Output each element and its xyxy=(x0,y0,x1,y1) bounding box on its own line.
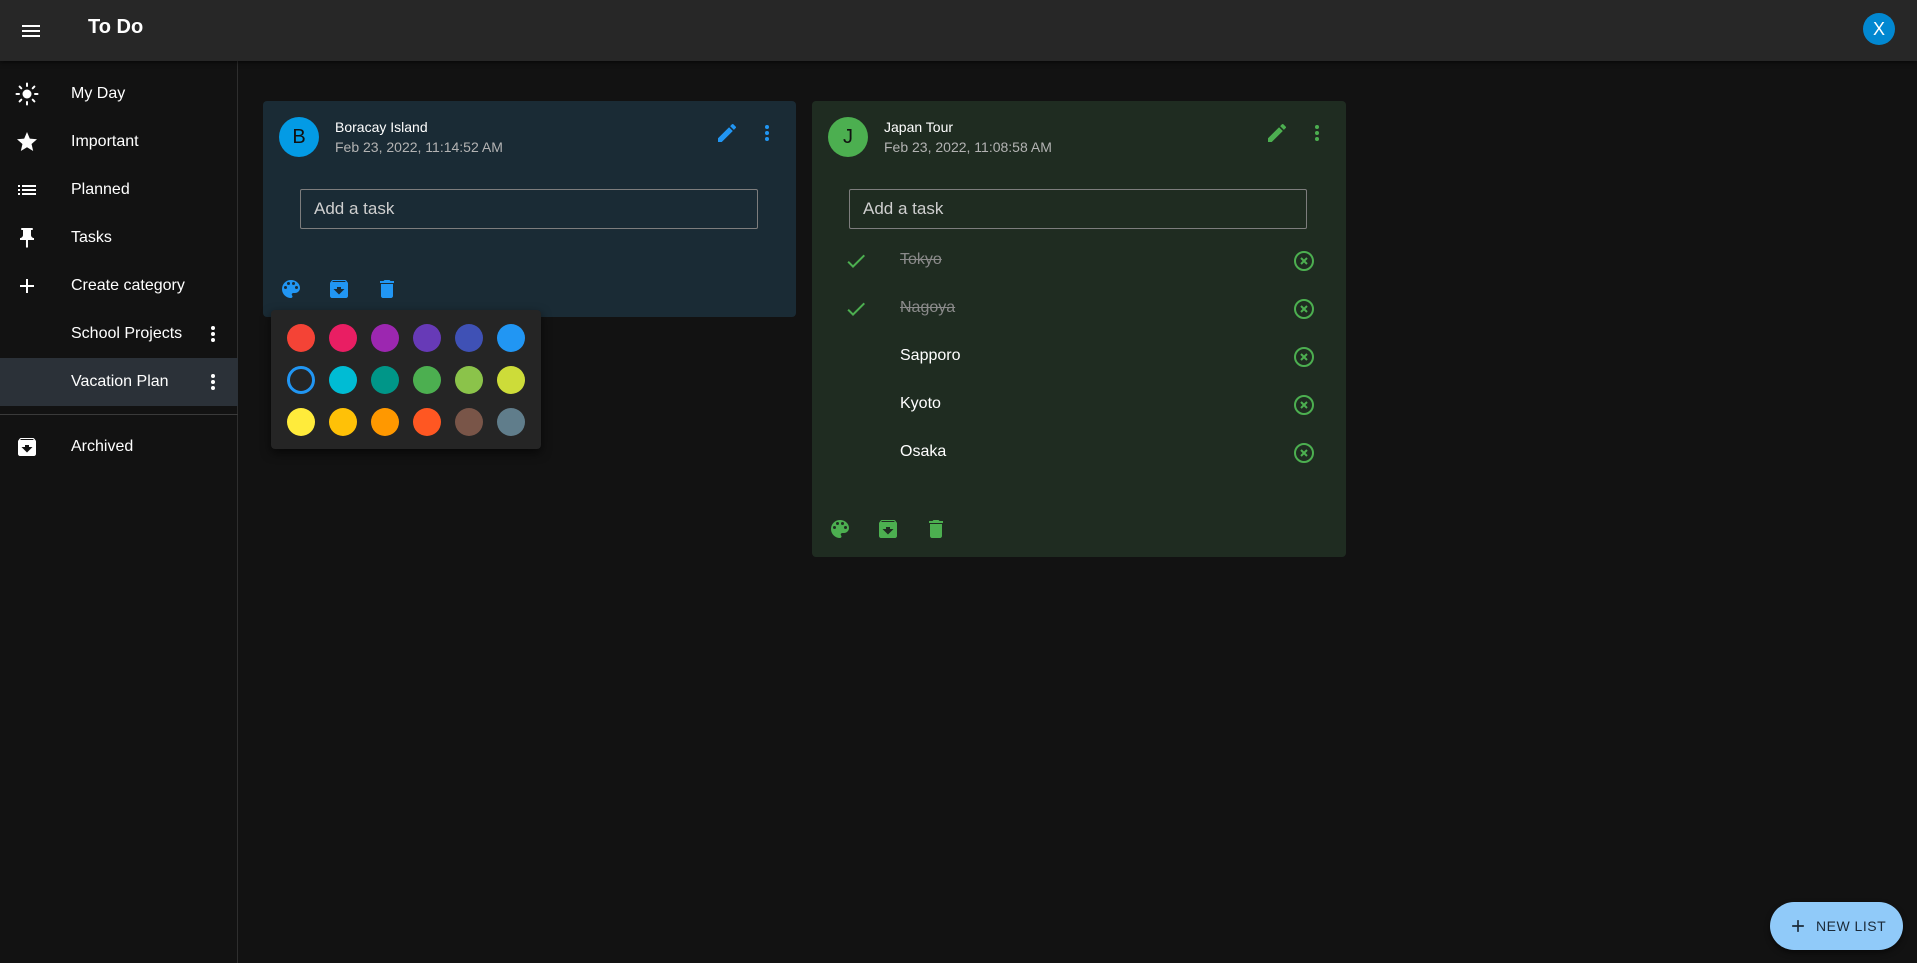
sidebar-item-label: Planned xyxy=(71,181,130,198)
color-swatch-selected[interactable] xyxy=(287,366,315,394)
sidebar-item-planned[interactable]: Planned xyxy=(0,166,238,214)
palette-icon[interactable] xyxy=(828,517,852,541)
list-avatar: J xyxy=(828,117,868,157)
list-card-boracay-island: B Boracay Island Feb 23, 2022, 11:14:52 … xyxy=(263,101,796,317)
check-icon xyxy=(847,302,865,316)
sidebar-divider xyxy=(0,414,238,415)
color-swatch[interactable] xyxy=(371,408,399,436)
color-swatch[interactable] xyxy=(497,408,525,436)
color-swatch[interactable] xyxy=(329,366,357,394)
color-swatch[interactable] xyxy=(413,408,441,436)
sun-icon xyxy=(15,82,39,106)
user-avatar[interactable]: X xyxy=(1863,13,1895,45)
sidebar-item-label: Important xyxy=(71,133,139,150)
sidebar-item-school-projects[interactable]: School Projects xyxy=(0,310,238,358)
sidebar-item-important[interactable]: Important xyxy=(0,118,238,166)
list-avatar: B xyxy=(279,117,319,157)
list-card-japan-tour: J Japan Tour Feb 23, 2022, 11:08:58 AM T… xyxy=(812,101,1346,557)
task-item[interactable]: Tokyo xyxy=(812,237,1346,285)
color-swatch[interactable] xyxy=(455,408,483,436)
menu-icon[interactable] xyxy=(19,19,43,43)
color-swatch[interactable] xyxy=(497,366,525,394)
color-swatch[interactable] xyxy=(287,408,315,436)
archive-icon[interactable] xyxy=(876,517,900,541)
delete-icon[interactable] xyxy=(375,277,399,301)
sidebar-item-label: Tasks xyxy=(71,229,112,246)
archive-icon xyxy=(18,438,36,456)
task-label: Kyoto xyxy=(900,395,941,412)
task-item[interactable]: Sapporo xyxy=(812,333,1346,381)
task-item[interactable]: Kyoto xyxy=(812,381,1346,429)
task-label: Tokyo xyxy=(900,251,942,268)
list-title: Boracay Island xyxy=(335,119,428,135)
archive-icon[interactable] xyxy=(327,277,351,301)
sidebar-item-label: Vacation Plan xyxy=(71,373,169,390)
list-date: Feb 23, 2022, 11:08:58 AM xyxy=(884,139,1052,155)
sidebar-item-label: Archived xyxy=(71,438,134,455)
remove-circle-icon[interactable] xyxy=(1292,441,1316,465)
color-swatch[interactable] xyxy=(329,408,357,436)
task-label: Nagoya xyxy=(900,299,956,316)
edit-icon[interactable] xyxy=(715,121,739,145)
color-swatch[interactable] xyxy=(497,324,525,352)
sidebar-item-label: My Day xyxy=(71,85,126,102)
task-item[interactable]: Osaka xyxy=(812,429,1346,477)
more-vert-icon[interactable] xyxy=(1305,121,1329,145)
remove-circle-icon[interactable] xyxy=(1292,249,1316,273)
more-vert-icon[interactable] xyxy=(755,121,779,145)
task-item[interactable]: Nagoya xyxy=(812,285,1346,333)
sidebar-item-my-day[interactable]: My Day xyxy=(0,70,238,118)
star-icon xyxy=(17,132,37,151)
task-label: Osaka xyxy=(900,443,947,460)
edit-icon[interactable] xyxy=(1265,121,1289,145)
color-swatch[interactable] xyxy=(455,366,483,394)
sidebar-item-tasks[interactable]: Tasks xyxy=(0,214,238,262)
color-swatch[interactable] xyxy=(371,324,399,352)
color-swatch[interactable] xyxy=(371,366,399,394)
add-task-input[interactable] xyxy=(849,189,1307,229)
plus-icon xyxy=(20,279,34,293)
add-task-input[interactable] xyxy=(300,189,758,229)
sidebar-item-archived[interactable]: Archived xyxy=(0,423,238,471)
new-list-label: NEW LIST xyxy=(1816,918,1887,934)
color-swatch[interactable] xyxy=(287,324,315,352)
task-label: Sapporo xyxy=(900,347,961,364)
sidebar-item-vacation-plan[interactable]: Vacation Plan xyxy=(0,358,238,406)
palette-icon[interactable] xyxy=(279,277,303,301)
remove-circle-icon[interactable] xyxy=(1292,345,1316,369)
check-icon xyxy=(847,254,865,268)
pin-icon xyxy=(20,228,34,248)
plus-icon xyxy=(1792,920,1804,932)
sidebar-item-label: School Projects xyxy=(71,325,183,342)
color-swatch[interactable] xyxy=(329,324,357,352)
delete-icon[interactable] xyxy=(924,517,948,541)
remove-circle-icon[interactable] xyxy=(1292,297,1316,321)
color-swatch[interactable] xyxy=(455,324,483,352)
more-vert-icon[interactable] xyxy=(201,370,225,394)
sidebar: My Day Important Planned Tasks Create ca… xyxy=(0,61,238,963)
list-icon xyxy=(18,185,36,195)
color-swatch[interactable] xyxy=(413,324,441,352)
new-list-button[interactable]: NEW LIST xyxy=(1770,902,1903,950)
color-swatch[interactable] xyxy=(413,366,441,394)
sidebar-item-create-category[interactable]: Create category xyxy=(0,262,238,310)
app-title: To Do xyxy=(88,16,144,38)
list-title: Japan Tour xyxy=(884,119,954,135)
list-date: Feb 23, 2022, 11:14:52 AM xyxy=(335,139,503,155)
app-bar: To Do X xyxy=(0,0,1917,61)
sidebar-item-label: Create category xyxy=(71,277,185,294)
remove-circle-icon[interactable] xyxy=(1292,393,1316,417)
color-palette-popup xyxy=(271,310,541,449)
more-vert-icon[interactable] xyxy=(201,322,225,346)
